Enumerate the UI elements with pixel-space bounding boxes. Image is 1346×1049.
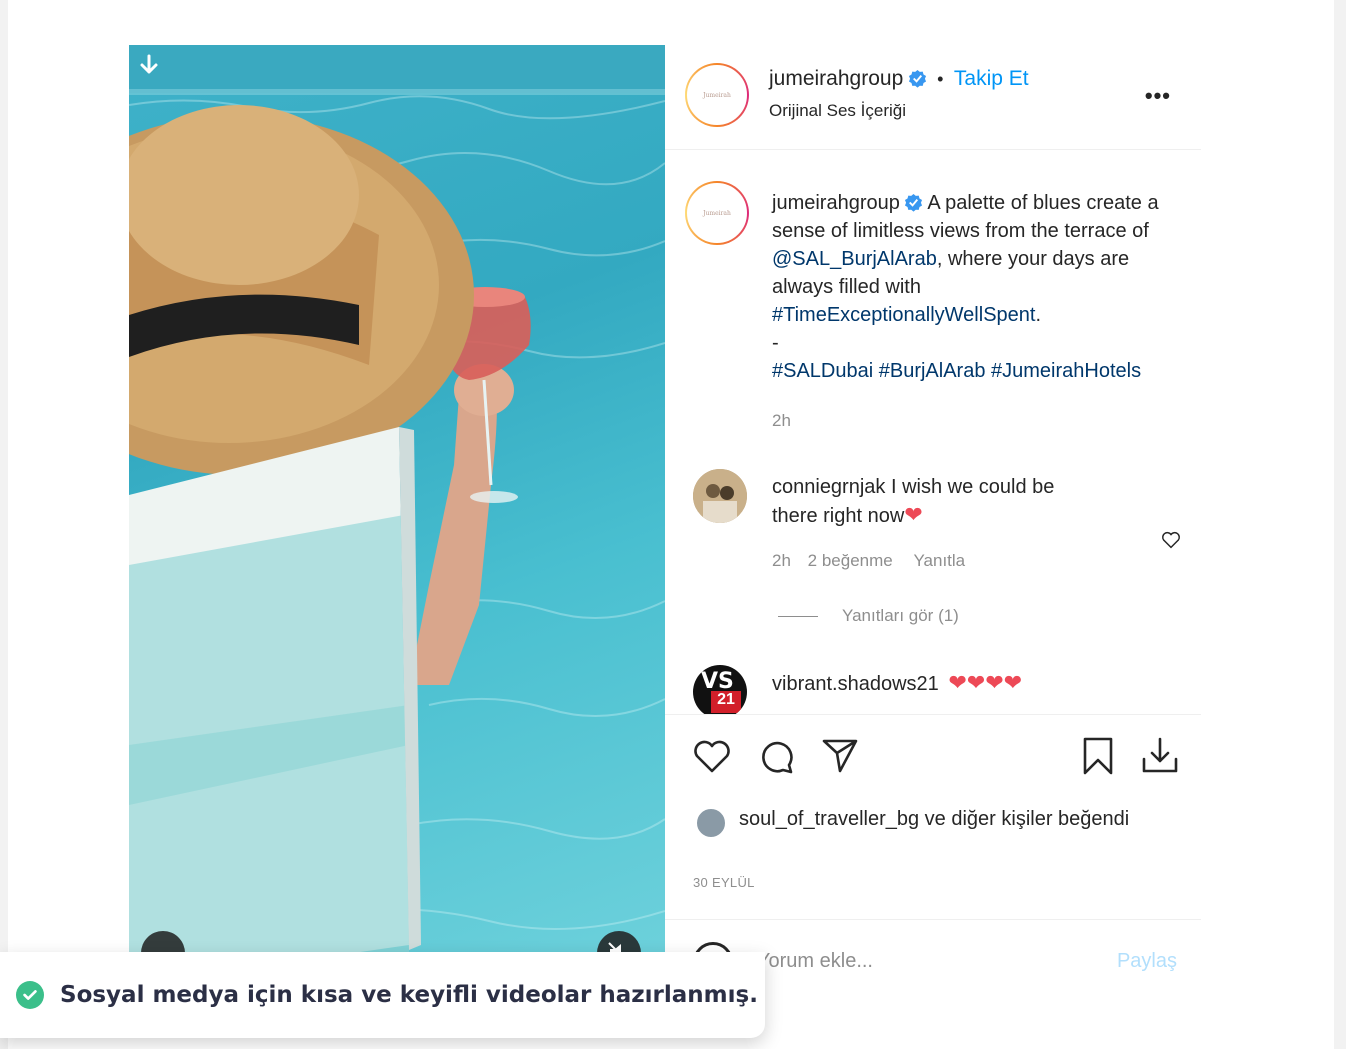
like-comment-heart-icon[interactable]	[1160, 529, 1182, 551]
post-date[interactable]: 30 EYLÜL	[693, 875, 755, 890]
caption-time[interactable]: 2h	[772, 407, 1192, 435]
comment-text: vibrant.shadows21 ❤❤❤❤	[772, 669, 1022, 698]
comment-time[interactable]: 2h	[772, 551, 791, 570]
follow-button[interactable]: Takip Et	[954, 67, 1029, 90]
commenter-avatar[interactable]: VS 21	[693, 665, 747, 714]
liked-by-text[interactable]: ve diğer kişiler beğendi	[919, 808, 1130, 830]
author-avatar[interactable]: Jumeirah	[685, 63, 749, 127]
video-frame-illustration	[129, 45, 665, 985]
save-bookmark-icon[interactable]	[1077, 735, 1119, 777]
check-circle-icon	[16, 981, 44, 1009]
comment-likes[interactable]: 2 beğenme	[808, 551, 893, 570]
verified-badge-icon	[908, 69, 926, 88]
post-details-panel: Jumeirah jumeirahgroup • Takip Et Orijin…	[665, 45, 1201, 1005]
comments-scroll-area[interactable]: Jumeirah jumeirahgroup A palette of blue…	[665, 151, 1201, 715]
like-heart-icon[interactable]	[691, 735, 733, 777]
toast-message: Sosyal medya için kısa ve keyifli videol…	[60, 982, 758, 1008]
success-toast: Sosyal medya için kısa ve keyifli videol…	[0, 952, 765, 1038]
heart-emoji: ❤	[904, 502, 923, 527]
post-header: Jumeirah jumeirahgroup • Takip Et Orijin…	[665, 45, 1201, 150]
liker-username[interactable]: soul_of_traveller_bg	[739, 808, 919, 830]
reply-button[interactable]: Yanıtla	[913, 551, 965, 570]
separator-dot: •	[937, 69, 944, 89]
comment-text: conniegrnjak I wish we could be there ri…	[772, 473, 1102, 530]
comment-bubble-icon[interactable]	[755, 735, 797, 777]
caption-username[interactable]: jumeirahgroup	[772, 192, 900, 214]
post-comment-button[interactable]: Paylaş	[1117, 950, 1177, 973]
hearts-emoji: ❤❤❤❤	[948, 670, 1023, 695]
caption-avatar[interactable]: Jumeirah	[685, 181, 749, 245]
comment-username[interactable]: vibrant.shadows21	[772, 673, 939, 695]
caption-hashtag[interactable]: #TimeExceptionallyWellSpent	[772, 304, 1035, 326]
comment-meta: 2h 2 beğenme Yanıtla	[772, 551, 965, 571]
comment-input[interactable]: Yorum ekle...	[757, 950, 873, 973]
verified-badge-icon	[904, 193, 922, 212]
comment-username[interactable]: conniegrnjak	[772, 476, 885, 498]
author-username[interactable]: jumeirahgroup	[769, 67, 903, 90]
avatar-logo: Jumeirah	[703, 209, 731, 217]
view-replies-label: Yanıtları gör (1)	[842, 606, 959, 625]
caption-text-3: .	[1035, 304, 1042, 326]
avatar-logo: Jumeirah	[703, 91, 731, 99]
liked-by: soul_of_traveller_bg ve diğer kişiler be…	[695, 805, 1175, 839]
caption-mention[interactable]: @SAL_BurjAlArab	[772, 248, 937, 270]
caption-dash: -	[772, 332, 779, 354]
commenter-avatar[interactable]	[693, 469, 747, 523]
post-caption: jumeirahgroup A palette of blues create …	[772, 189, 1192, 435]
caption-hashtags[interactable]: #SALDubai #BurjAlArab #JumeirahHotels	[772, 357, 1192, 385]
more-options-icon[interactable]: •••	[1145, 83, 1171, 109]
download-icon[interactable]	[1139, 735, 1181, 777]
post-video[interactable]	[129, 45, 665, 985]
share-send-icon[interactable]	[819, 735, 861, 777]
download-arrow-icon[interactable]	[137, 53, 161, 77]
replies-line	[778, 616, 818, 618]
audio-label[interactable]: Orijinal Ses İçeriği	[769, 101, 906, 121]
avatar-sub: 21	[711, 691, 741, 713]
post-actions	[665, 735, 1201, 785]
view-replies-button[interactable]: Yanıtları gör (1)	[778, 606, 959, 626]
liker-avatar[interactable]	[695, 807, 727, 839]
